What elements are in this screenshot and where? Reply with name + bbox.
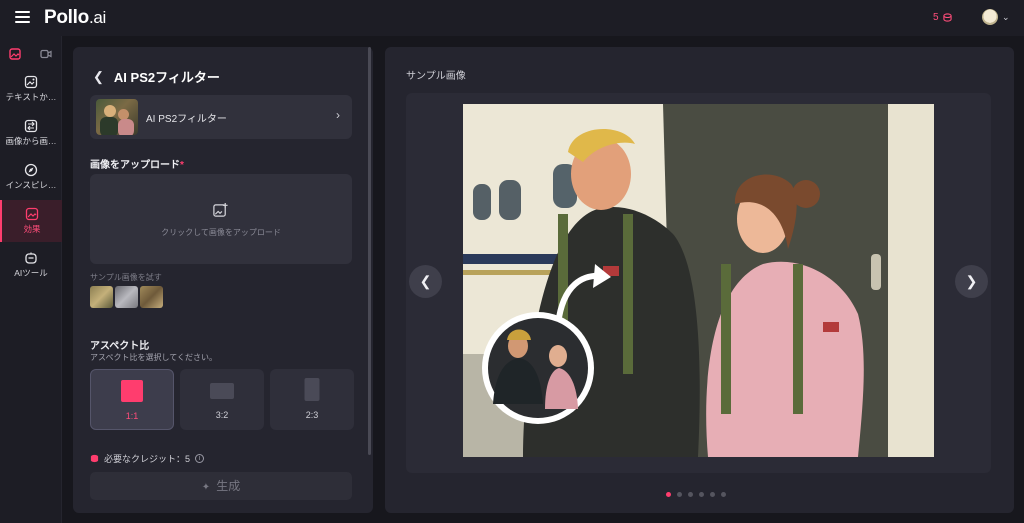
app-logo[interactable]: Pollo.ai: [44, 7, 106, 29]
top-bar: Pollo.ai 5 ⌄: [0, 0, 1024, 36]
sidebar-item-label: AIツール: [14, 268, 48, 278]
sidebar-item-effects[interactable]: 効果: [0, 200, 62, 242]
sidebar-item-image-to-image[interactable]: 画像から画…: [0, 112, 62, 154]
carousel-dot[interactable]: [721, 492, 726, 497]
carousel-dot[interactable]: [688, 492, 693, 497]
generate-button[interactable]: ✦ 生成: [90, 472, 352, 500]
settings-panel: ❮ AI PS2フィルター AI PS2フィルター › 画像をアップロード* ク…: [73, 47, 373, 513]
required-mark: *: [180, 160, 184, 171]
landscape-shape-icon: [210, 383, 234, 399]
chevron-left-icon: ❮: [93, 68, 104, 84]
credits-indicator[interactable]: 5: [933, 12, 952, 23]
sample-carousel: ❮ ❯: [406, 93, 991, 473]
chevron-left-icon: ❮: [419, 273, 432, 289]
credits-count: 5: [933, 12, 939, 23]
credits-label: 必要なクレジット：5: [104, 454, 191, 464]
sample-image: [463, 104, 934, 457]
sidebar-item-label: インスピレ…: [5, 180, 57, 190]
mode-toggle: [0, 42, 62, 66]
aspect-ratio-options: 1:1 3:2 2:3: [90, 369, 354, 430]
carousel-dot[interactable]: [677, 492, 682, 497]
image-to-image-icon: [24, 119, 38, 133]
upload-label-text: 画像をアップロード: [90, 160, 180, 171]
side-navigation: テキストか… 画像から画… インスピレ… 効果 AIツール: [0, 36, 62, 523]
effects-icon: [25, 207, 39, 221]
aspect-option-label: 3:2: [215, 410, 229, 420]
image-spark-icon: [24, 75, 38, 89]
square-shape-icon: [121, 380, 143, 402]
sample-image-thumb[interactable]: [115, 286, 138, 308]
upload-hint: クリックして画像をアップロード: [161, 228, 281, 237]
filter-thumbnail: [96, 99, 138, 135]
ai-tool-icon: [25, 252, 37, 264]
sidebar-item-ai-tools[interactable]: AIツール: [0, 244, 62, 286]
chevron-down-icon[interactable]: ⌄: [1002, 12, 1010, 23]
logo-text: Pollo: [44, 7, 89, 28]
user-avatar[interactable]: [982, 9, 998, 25]
generate-label: 生成: [216, 479, 241, 493]
coin-icon: [942, 13, 952, 22]
filter-selector[interactable]: AI PS2フィルター ›: [90, 95, 352, 139]
coin-icon: [90, 454, 99, 463]
sidebar-item-label: 画像から画…: [5, 136, 57, 146]
sidebar-item-label: テキストか…: [5, 92, 57, 102]
logo-tld: .ai: [88, 8, 107, 27]
sample-illustration: [463, 104, 934, 457]
back-button[interactable]: ❮ AI PS2フィルター: [93, 67, 220, 86]
upload-image-icon: [213, 202, 228, 217]
preview-panel: サンプル画像 ❮ ❯: [385, 47, 1014, 513]
aspect-option-1-1[interactable]: 1:1: [90, 369, 174, 430]
carousel-prev-button[interactable]: ❮: [409, 265, 442, 298]
video-mode-icon[interactable]: [36, 44, 56, 64]
portrait-shape-icon: [304, 378, 320, 401]
image-upload-dropzone[interactable]: クリックして画像をアップロード: [90, 174, 352, 264]
chevron-right-icon: ❯: [965, 273, 978, 289]
upload-section-label: 画像をアップロード*: [90, 156, 184, 171]
preview-title: サンプル画像: [406, 71, 466, 82]
sidebar-item-label: 効果: [23, 224, 41, 234]
sample-image-thumb[interactable]: [90, 286, 113, 308]
aspect-ratio-subtitle: アスペクト比を選択してください。: [90, 353, 217, 362]
sample-image-thumb[interactable]: [140, 286, 163, 308]
carousel-dot[interactable]: [666, 492, 671, 497]
panel-title: AI PS2フィルター: [113, 70, 220, 85]
carousel-next-button[interactable]: ❯: [955, 265, 988, 298]
required-credits: 必要なクレジット：5 i: [90, 452, 205, 465]
filter-label: AI PS2フィルター: [146, 114, 227, 125]
panel-scrollbar[interactable]: [368, 47, 371, 455]
image-mode-icon[interactable]: [5, 44, 25, 64]
sidebar-item-text-to-image[interactable]: テキストか…: [0, 68, 62, 110]
sample-images: [90, 286, 163, 308]
sample-images-label: サンプル画像を試す: [90, 273, 162, 282]
info-icon[interactable]: i: [195, 454, 205, 463]
carousel-dot[interactable]: [710, 492, 715, 497]
aspect-option-3-2[interactable]: 3:2: [180, 369, 264, 430]
aspect-option-2-3[interactable]: 2:3: [270, 369, 354, 430]
sidebar-item-inspiration[interactable]: インスピレ…: [0, 156, 62, 198]
aspect-ratio-title: アスペクト比: [90, 341, 150, 352]
carousel-pagination: [666, 492, 726, 497]
compass-icon: [24, 163, 38, 177]
chevron-right-icon: ›: [336, 108, 340, 122]
menu-icon[interactable]: [15, 11, 30, 24]
sparkle-icon: ✦: [201, 482, 211, 493]
aspect-option-label: 2:3: [305, 410, 319, 420]
carousel-dot[interactable]: [699, 492, 704, 497]
aspect-option-label: 1:1: [125, 411, 139, 421]
